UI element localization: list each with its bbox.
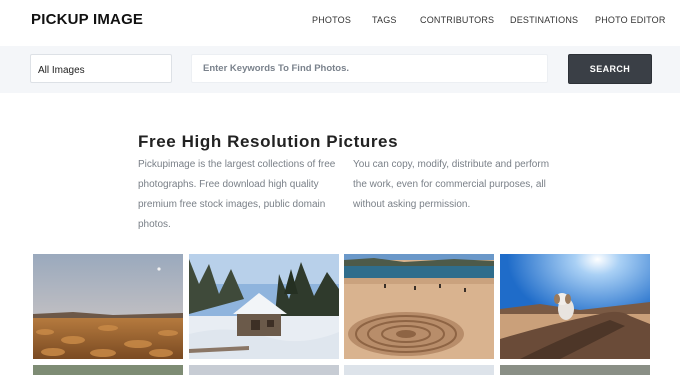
search-bar: All Images SEARCH xyxy=(0,46,680,93)
nav-item-tags[interactable]: TAGS xyxy=(372,15,397,25)
grassland-photo xyxy=(33,254,183,359)
intro-paragraph-left: Pickupimage is the largest collections o… xyxy=(138,159,336,230)
beach-mandala-photo xyxy=(344,254,494,359)
main-nav: PHOTOS TAGS CONTRIBUTORS DESTINATIONS PH… xyxy=(0,15,680,29)
intro-paragraph-right: You can copy, modify, distribute and per… xyxy=(353,159,550,210)
nav-item-destinations[interactable]: DESTINATIONS xyxy=(510,15,578,25)
snowy-cabin-photo xyxy=(189,254,339,359)
thumbnail-row2-1[interactable] xyxy=(33,365,183,375)
dog-on-rock-photo xyxy=(500,254,650,359)
thumbnail-dog-on-rock[interactable] xyxy=(500,254,650,359)
thumbnail-snowy-cabin[interactable] xyxy=(189,254,339,359)
thumbnail-row2-4[interactable] xyxy=(500,365,650,375)
keyword-search-input[interactable] xyxy=(191,54,548,83)
search-button[interactable]: SEARCH xyxy=(568,54,652,84)
nav-item-photo-editor[interactable]: PHOTO EDITOR xyxy=(595,15,666,25)
nav-item-contributors[interactable]: CONTRIBUTORS xyxy=(420,15,494,25)
nav-item-photos[interactable]: PHOTOS xyxy=(312,15,351,25)
site-header: PICKUP IMAGE PHOTOS TAGS CONTRIBUTORS DE… xyxy=(0,0,680,46)
thumbnail-grassland[interactable] xyxy=(33,254,183,359)
thumbnail-row2-3[interactable] xyxy=(344,365,494,375)
thumbnail-beach-mandala[interactable] xyxy=(344,254,494,359)
page-title: Free High Resolution Pictures xyxy=(138,132,399,151)
category-select[interactable]: All Images xyxy=(30,54,172,83)
thumbnail-row2-2[interactable] xyxy=(189,365,339,375)
